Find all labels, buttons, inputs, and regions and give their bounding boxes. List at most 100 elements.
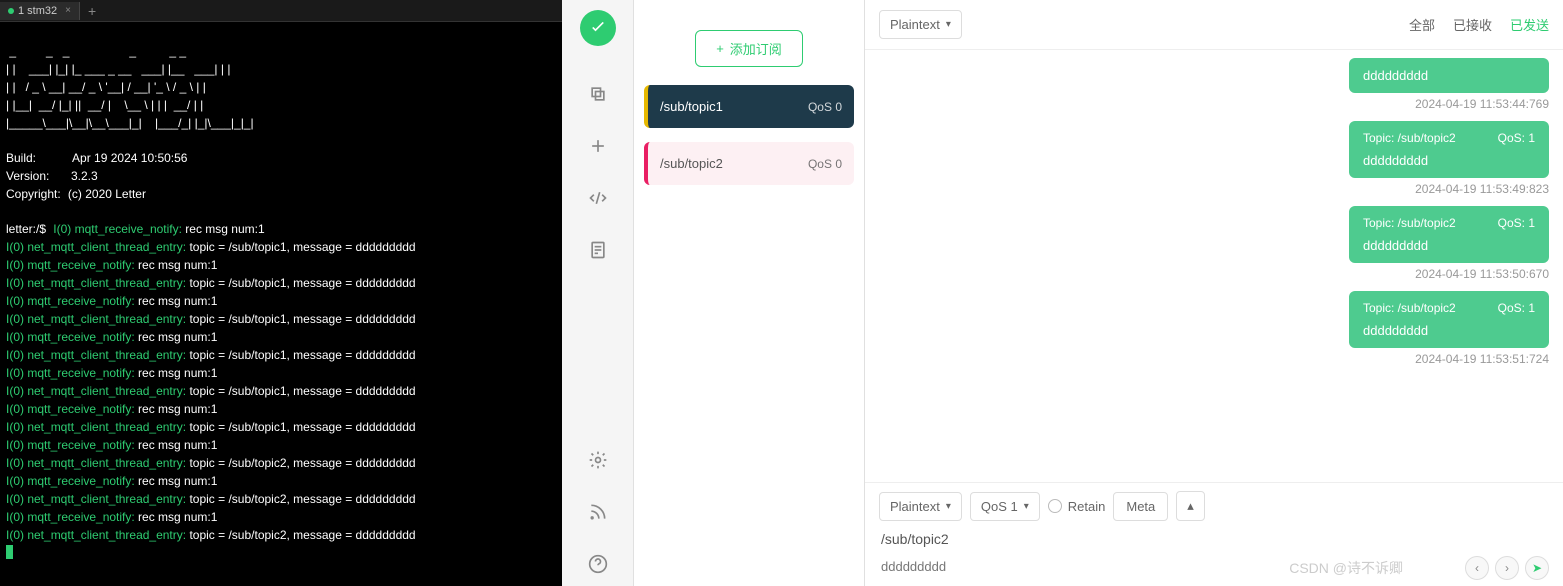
payload-input[interactable] xyxy=(879,555,1549,578)
terminal-output[interactable]: _ _ _ _ _ _ | | ___| |_| |_ ___ _ __ ___… xyxy=(0,22,562,586)
format-dropdown[interactable]: Plaintext ▾ xyxy=(879,10,962,39)
log-prefix: I(0) net_mqtt_client_thread_entry: xyxy=(6,456,186,470)
document-icon[interactable] xyxy=(586,238,610,262)
message-body: ddddddddd xyxy=(1363,153,1535,168)
log-prefix: I(0) mqtt_receive_notify: xyxy=(6,330,135,344)
log-message: rec msg num:1 xyxy=(135,258,218,272)
topic-input[interactable] xyxy=(879,527,1549,551)
message-qos: QoS: 1 xyxy=(1498,216,1535,230)
next-button[interactable]: › xyxy=(1495,556,1519,580)
log-prefix: I(0) mqtt_receive_notify: xyxy=(6,402,135,416)
message-topic: Topic: /sub/topic2 xyxy=(1363,131,1456,145)
subscription-item[interactable]: /sub/topic1QoS 0 xyxy=(644,85,854,128)
message-bubble: Topic: /sub/topic2QoS: 1ddddddddd xyxy=(1349,291,1549,348)
tab-label: 1 stm32 xyxy=(18,5,57,17)
log-message: topic = /sub/topic1, message = ddddddddd xyxy=(186,240,416,254)
message-timestamp: 2024-04-19 11:53:49:823 xyxy=(879,182,1549,196)
add-tab-button[interactable]: + xyxy=(80,3,104,19)
log-prefix: I(0) net_mqtt_client_thread_entry: xyxy=(6,348,186,362)
log-message: rec msg num:1 xyxy=(135,402,218,416)
log-message: topic = /sub/topic1, message = ddddddddd xyxy=(186,312,416,326)
message-timestamp: 2024-04-19 11:53:44:769 xyxy=(879,97,1549,111)
log-prefix: I(0) mqtt_receive_notify: xyxy=(6,474,135,488)
plus-icon: + xyxy=(716,41,724,56)
meta-button[interactable]: Meta xyxy=(1113,492,1168,521)
log-prefix: I(0) mqtt_receive_notify: xyxy=(6,258,135,272)
log-message: topic = /sub/topic1, message = ddddddddd xyxy=(186,348,416,362)
gear-icon[interactable] xyxy=(586,448,610,472)
app-logo-icon[interactable] xyxy=(580,10,616,46)
message-timestamp: 2024-04-19 11:53:51:724 xyxy=(879,352,1549,366)
send-button[interactable]: ➤ xyxy=(1525,556,1549,580)
filter-all[interactable]: 全部 xyxy=(1409,15,1435,34)
shell-prompt: letter:/$ xyxy=(6,222,46,236)
log-prefix: I(0) mqtt_receive_notify: xyxy=(6,366,135,380)
message-qos: QoS: 1 xyxy=(1498,301,1535,315)
log-message: rec msg num:1 xyxy=(135,510,218,524)
rss-icon[interactable] xyxy=(586,500,610,524)
message-body: ddddddddd xyxy=(1363,323,1535,338)
qos-dropdown[interactable]: QoS 1▾ xyxy=(970,492,1040,521)
chevron-down-icon: ▾ xyxy=(1024,501,1029,512)
log-message: topic = /sub/topic1, message = ddddddddd xyxy=(186,384,416,398)
log-prefix: I(0) net_mqtt_client_thread_entry: xyxy=(6,240,186,254)
side-icon-bar xyxy=(562,0,634,586)
filter-tabs: 全部 已接收 已发送 xyxy=(1409,15,1549,34)
copy-icon[interactable] xyxy=(586,82,610,106)
message-bubble: ddddddddd xyxy=(1349,58,1549,93)
messages-panel: Plaintext ▾ 全部 已接收 已发送 ddddddddd 2024-04-… xyxy=(864,0,1563,586)
version-label: Version: xyxy=(6,169,49,183)
ascii-art: _ _ _ _ _ _ | | ___| |_| |_ ___ _ __ ___… xyxy=(6,44,254,130)
collapse-button[interactable]: ▴ xyxy=(1176,491,1205,521)
message-timestamp: 2024-04-19 11:53:50:670 xyxy=(879,267,1549,281)
log-prefix: I(0) net_mqtt_client_thread_entry: xyxy=(6,384,186,398)
subscription-qos: QoS 0 xyxy=(808,157,842,171)
log-message: topic = /sub/topic2, message = ddddddddd xyxy=(186,528,416,542)
plus-icon[interactable] xyxy=(586,134,610,158)
log-prefix: I(0) net_mqtt_client_thread_entry: xyxy=(6,276,186,290)
version-value: 3.2.3 xyxy=(71,169,98,183)
message-body: ddddddddd xyxy=(1363,68,1535,83)
message-list[interactable]: ddddddddd 2024-04-19 11:53:44:769 Topic: /… xyxy=(865,50,1563,482)
message-input-area: Plaintext▾ QoS 1▾ Retain Meta ▴ xyxy=(865,482,1563,586)
message-qos: QoS: 1 xyxy=(1498,131,1535,145)
help-icon[interactable] xyxy=(586,552,610,576)
chevron-up-icon: ▴ xyxy=(1187,498,1194,513)
message-topic: Topic: /sub/topic2 xyxy=(1363,216,1456,230)
subscription-topic: /sub/topic2 xyxy=(660,156,723,171)
prev-button[interactable]: ‹ xyxy=(1465,556,1489,580)
copyright-label: Copyright: xyxy=(6,187,61,201)
message-bubble: Topic: /sub/topic2 QoS: 1 ddddddddd xyxy=(1349,121,1549,178)
add-subscription-button[interactable]: + 添加订阅 xyxy=(695,30,803,67)
filter-sent[interactable]: 已发送 xyxy=(1510,15,1549,34)
log-message: rec msg num:1 xyxy=(135,294,218,308)
terminal-tab[interactable]: 1 stm32 × xyxy=(0,2,80,20)
messages-header: Plaintext ▾ 全部 已接收 已发送 xyxy=(865,0,1563,50)
filter-received[interactable]: 已接收 xyxy=(1453,15,1492,34)
chevron-down-icon: ▾ xyxy=(946,501,951,512)
log-prefix: I(0) net_mqtt_client_thread_entry: xyxy=(6,420,186,434)
retain-toggle[interactable]: Retain xyxy=(1048,499,1106,514)
log-prefix: I(0) mqtt_receive_notify: xyxy=(6,438,135,452)
build-label: Build: xyxy=(6,151,36,165)
log-prefix: I(0) mqtt_receive_notify: xyxy=(53,222,182,236)
message-body: ddddddddd xyxy=(1363,238,1535,253)
add-sub-label: 添加订阅 xyxy=(730,39,782,58)
terminal-panel: 1 stm32 × + _ _ _ _ _ _ | | ___| |_| |_ … xyxy=(0,0,562,586)
status-dot-icon xyxy=(8,8,14,14)
log-message: rec msg num:1 xyxy=(135,366,218,380)
log-prefix: I(0) net_mqtt_client_thread_entry: xyxy=(6,528,186,542)
log-prefix: I(0) net_mqtt_client_thread_entry: xyxy=(6,492,186,506)
close-icon[interactable]: × xyxy=(65,5,71,16)
code-icon[interactable] xyxy=(586,186,610,210)
subscription-topic: /sub/topic1 xyxy=(660,99,723,114)
subscription-item[interactable]: /sub/topic2 QoS 0 xyxy=(644,142,854,185)
payload-format-dropdown[interactable]: Plaintext▾ xyxy=(879,492,962,521)
watermark-text: CSDN @诗不诉卿 xyxy=(1289,558,1403,578)
copyright-value: (c) 2020 Letter xyxy=(68,187,146,201)
log-prefix: I(0) mqtt_receive_notify: xyxy=(6,294,135,308)
log-prefix: I(0) mqtt_receive_notify: xyxy=(6,510,135,524)
log-message: topic = /sub/topic1, message = ddddddddd xyxy=(186,420,416,434)
log-message: topic = /sub/topic2, message = ddddddddd xyxy=(186,456,416,470)
log-message: rec msg num:1 xyxy=(135,474,218,488)
